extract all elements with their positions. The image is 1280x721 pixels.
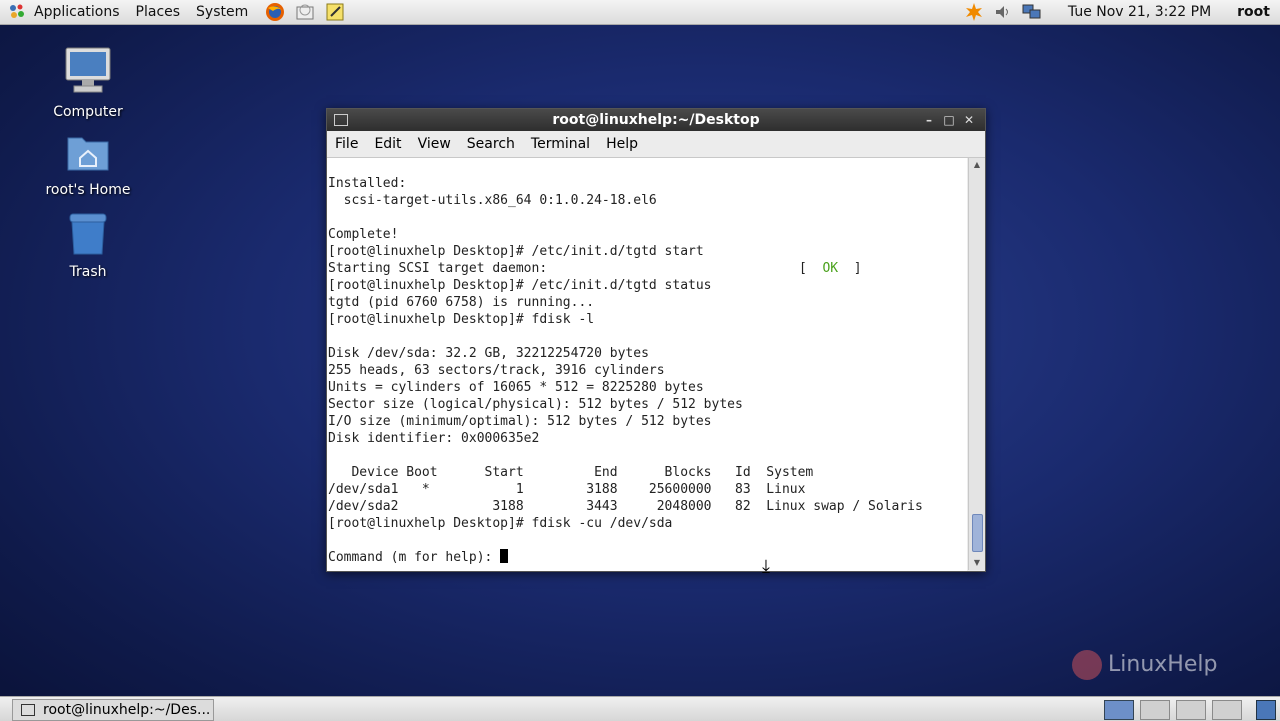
- terminal-prompt-line[interactable]: Command (m for help):: [327, 549, 967, 566]
- terminal-line: /dev/sda1 * 1 3188 25600000 83 Linux: [328, 482, 806, 497]
- menu-applications[interactable]: Applications: [26, 0, 128, 24]
- workspace-3[interactable]: [1176, 700, 1206, 720]
- desktop-icon-home[interactable]: root's Home: [38, 130, 138, 198]
- terminal-line: Disk /dev/sda: 32.2 GB, 32212254720 byte…: [328, 346, 649, 361]
- menu-help[interactable]: Help: [598, 136, 646, 152]
- terminal-window-icon[interactable]: [334, 114, 348, 126]
- desktop-icon-computer[interactable]: Computer: [38, 46, 138, 120]
- prompt-text: Command (m for help):: [328, 550, 501, 565]
- window-menubar: File Edit View Search Terminal Help: [327, 131, 985, 158]
- menu-terminal[interactable]: Terminal: [523, 136, 598, 152]
- terminal-line: Units = cylinders of 16065 * 512 = 82252…: [328, 380, 704, 395]
- ok-status: [ OK ]: [799, 260, 862, 277]
- watermark-logo: LinuxHelp: [1072, 650, 1217, 680]
- scroll-up-arrow-icon[interactable]: ▲: [969, 158, 985, 172]
- scroll-down-arrow-icon[interactable]: ▼: [969, 556, 985, 570]
- desktop-icon-label: root's Home: [45, 182, 131, 198]
- desktop-icon-trash[interactable]: Trash: [38, 210, 138, 280]
- text-cursor: [500, 549, 509, 563]
- watermark-text: LinuxHelp: [1108, 652, 1218, 677]
- minimize-button[interactable]: –: [919, 113, 939, 127]
- terminal-line: [root@linuxhelp Desktop]# fdisk -cu /dev…: [328, 516, 673, 531]
- menu-places[interactable]: Places: [128, 0, 189, 24]
- taskbar-terminal-item[interactable]: root@linuxhelp:~/Des...: [12, 699, 214, 721]
- scrollbar-thumb[interactable]: [972, 514, 983, 552]
- terminal-line: [root@linuxhelp Desktop]# /etc/init.d/tg…: [328, 244, 704, 259]
- menu-edit[interactable]: Edit: [366, 136, 409, 152]
- clock[interactable]: Tue Nov 21, 3:22 PM: [1068, 4, 1211, 20]
- desktop-icon-label: Trash: [69, 264, 107, 280]
- terminal-line: Device Boot Start End Blocks Id System: [328, 465, 814, 480]
- update-notifier-icon[interactable]: [963, 1, 985, 23]
- terminal-window: root@linuxhelp:~/Desktop – □ ✕ File Edit…: [326, 108, 986, 572]
- ok-status-open: [: [799, 261, 823, 276]
- system-tray: Tue Nov 21, 3:22 PM root: [963, 0, 1280, 24]
- terminal-line: 255 heads, 63 sectors/track, 3916 cylind…: [328, 363, 665, 378]
- terminal-line: Sector size (logical/physical): 512 byte…: [328, 397, 743, 412]
- ok-status-text: OK: [822, 261, 839, 276]
- terminal-line-text: Starting SCSI target daemon:: [328, 261, 548, 276]
- workspace-2[interactable]: [1140, 700, 1170, 720]
- maximize-button[interactable]: □: [939, 113, 959, 127]
- terminal-line: Installed:: [328, 176, 407, 191]
- network-icon[interactable]: [1021, 1, 1043, 23]
- applications-foot-icon[interactable]: [8, 3, 26, 21]
- firefox-launcher-icon[interactable]: [264, 1, 286, 23]
- taskbar-task-label: root@linuxhelp:~/Des...: [43, 702, 211, 718]
- desktop-icon-label: Computer: [53, 104, 123, 120]
- terminal-line: Disk identifier: 0x000635e2: [328, 431, 540, 446]
- terminal-line: /dev/sda2 3188 3443 2048000 82 Linux swa…: [328, 499, 923, 514]
- volume-icon[interactable]: [992, 1, 1014, 23]
- terminal-line: I/O size (minimum/optimal): 512 bytes / …: [328, 414, 712, 429]
- mouse-pointer-icon: ⤓: [762, 556, 770, 577]
- menu-search[interactable]: Search: [459, 136, 523, 152]
- terminal-line: [root@linuxhelp Desktop]# fdisk -l: [328, 312, 595, 327]
- workspace-1[interactable]: [1104, 700, 1134, 720]
- terminal-line: [root@linuxhelp Desktop]# /etc/init.d/tg…: [328, 278, 712, 293]
- window-title: root@linuxhelp:~/Desktop: [552, 112, 760, 128]
- logo-icon: [1072, 650, 1102, 680]
- terminal-task-icon: [21, 704, 35, 716]
- bottom-panel: root@linuxhelp:~/Des...: [0, 696, 1280, 721]
- terminal-line: tgtd (pid 6760 6758) is running...: [328, 295, 595, 310]
- menu-view[interactable]: View: [410, 136, 459, 152]
- vertical-scrollbar[interactable]: ▲ ▼: [968, 158, 985, 570]
- ok-status-close: ]: [838, 261, 862, 276]
- top-panel: Applications Places System Tue Nov 21, 3…: [0, 0, 1280, 25]
- show-desktop-icon[interactable]: [1256, 700, 1276, 720]
- terminal-line-with-status: Starting SCSI target daemon: [ OK ]: [327, 260, 967, 277]
- terminal-output[interactable]: Installed: scsi-target-utils.x86_64 0:1.…: [327, 158, 967, 571]
- terminal-line: Complete!: [328, 227, 399, 242]
- window-titlebar[interactable]: root@linuxhelp:~/Desktop – □ ✕: [327, 109, 985, 131]
- trash-icon: [38, 210, 138, 260]
- close-button[interactable]: ✕: [959, 113, 979, 127]
- menu-system[interactable]: System: [188, 0, 256, 24]
- text-editor-launcher-icon[interactable]: [324, 1, 346, 23]
- workspace-4[interactable]: [1212, 700, 1242, 720]
- terminal-line: scsi-target-utils.x86_64 0:1.0.24-18.el6: [328, 193, 657, 208]
- computer-icon: [38, 46, 138, 100]
- home-folder-icon: [38, 130, 138, 178]
- user-menu[interactable]: root: [1237, 4, 1270, 20]
- mail-launcher-icon[interactable]: [294, 1, 316, 23]
- menu-file[interactable]: File: [327, 136, 366, 152]
